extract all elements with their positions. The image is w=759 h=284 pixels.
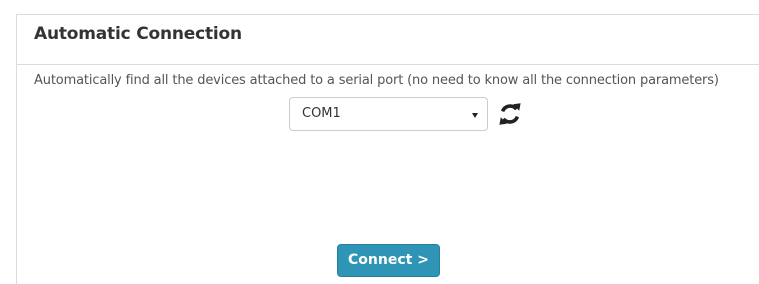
panel-title: Automatic Connection — [34, 24, 242, 44]
refresh-icon[interactable] — [497, 100, 523, 128]
panel-header: Automatic Connection — [17, 15, 759, 65]
serial-port-select[interactable]: COM1 — [289, 97, 488, 131]
connect-button[interactable]: Connect > — [337, 244, 440, 277]
caret-down-icon — [470, 107, 480, 121]
automatic-connection-panel: Automatic Connection Automatically find … — [16, 14, 759, 284]
panel-description: Automatically find all the devices attac… — [34, 73, 719, 88]
serial-port-selected-value: COM1 — [302, 106, 341, 121]
